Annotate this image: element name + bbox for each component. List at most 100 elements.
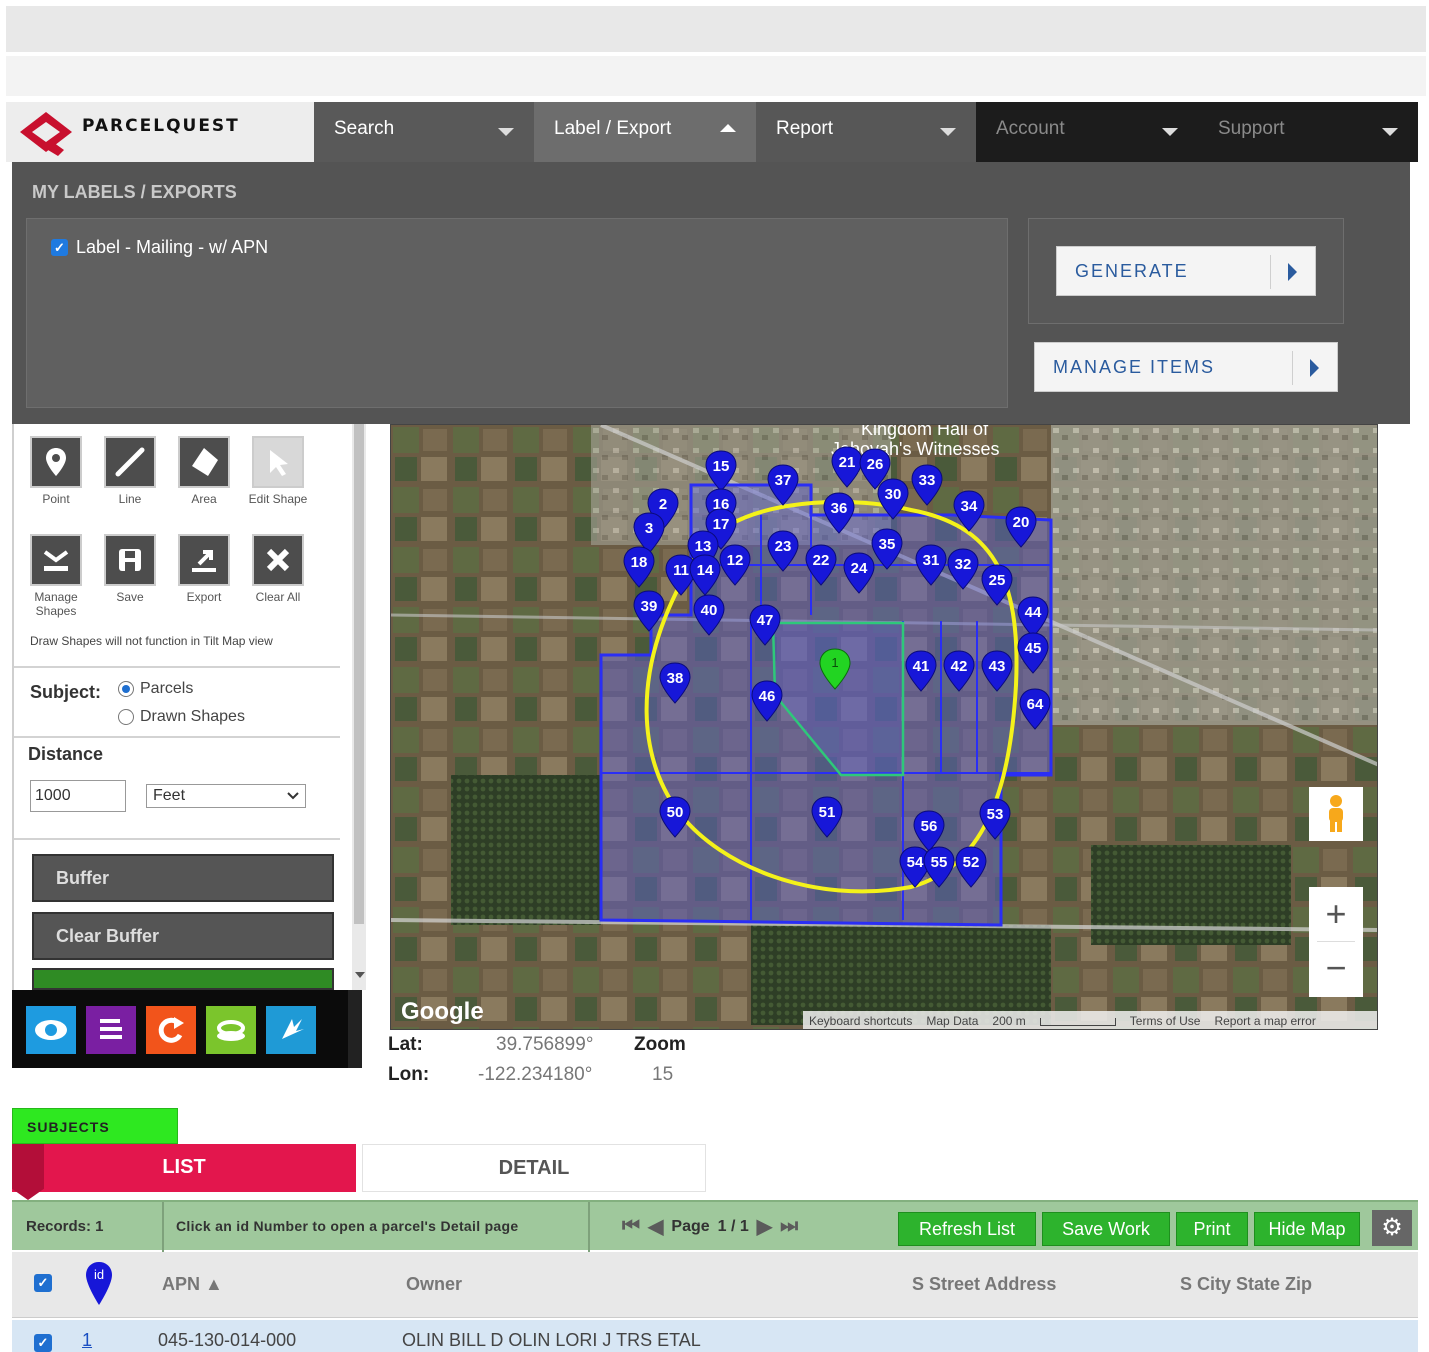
nav-search-label: Search <box>334 118 395 139</box>
layer-toolbar <box>12 990 362 1068</box>
page-label: Page <box>671 1217 710 1235</box>
stack-icon[interactable] <box>206 1006 256 1054</box>
parcel-marker-label: 3 <box>645 520 653 537</box>
hide-map-button[interactable]: Hide Map <box>1254 1212 1360 1246</box>
col-apn-label: APN <box>162 1274 201 1294</box>
col-street[interactable]: S Street Address <box>912 1274 1056 1295</box>
tool-save[interactable]: Save <box>100 534 160 604</box>
nav-label-export[interactable]: Label / Export <box>534 102 756 162</box>
nav-report[interactable]: Report <box>756 102 976 162</box>
tool-export[interactable]: Export <box>174 534 234 604</box>
tool-line[interactable]: Line <box>100 436 160 506</box>
map-pin-icon <box>30 436 82 488</box>
next-page-icon[interactable]: ▶ <box>757 1214 772 1239</box>
arrows-icon[interactable] <box>266 1006 316 1054</box>
chevron-down-icon <box>1162 128 1178 136</box>
parcel-marker-label: 40 <box>701 602 718 619</box>
street-view-pegman[interactable] <box>1309 787 1363 841</box>
tool-area[interactable]: Area <box>174 436 234 506</box>
unit-select-value: Feet <box>153 787 186 804</box>
print-button[interactable]: Print <box>1176 1212 1248 1246</box>
nav-support[interactable]: Support <box>1198 102 1418 162</box>
grid-header: ✓ id APN ▲ Owner S Street Address S City… <box>12 1252 1418 1318</box>
tab-list[interactable]: LIST <box>12 1144 356 1192</box>
subjects-tab[interactable]: SUBJECTS <box>12 1108 178 1144</box>
buffer-button[interactable]: Buffer <box>32 854 334 902</box>
google-logo: Google <box>401 998 484 1025</box>
parcel-marker-label: 54 <box>907 854 924 871</box>
radio-drawn-shapes[interactable]: Drawn Shapes <box>118 708 245 726</box>
share-arrow-icon[interactable] <box>146 1006 196 1054</box>
row-id-link[interactable]: 1 <box>82 1330 92 1351</box>
tab-detail[interactable]: DETAIL <box>362 1144 706 1192</box>
checkbox-checked[interactable]: ✓ <box>51 239 68 256</box>
parcel-marker-label: 43 <box>989 658 1006 675</box>
manage-items-button[interactable]: MANAGE ITEMS <box>1034 342 1338 392</box>
parcel-marker-label: 46 <box>759 688 776 705</box>
chevron-up-icon <box>720 124 736 132</box>
last-page-icon[interactable]: ⏭ <box>780 1215 798 1238</box>
row-owner: OLIN BILL D OLIN LORI J TRS ETAL <box>402 1330 701 1350</box>
nav-search[interactable]: Search <box>314 102 534 162</box>
distance-input[interactable]: 1000 <box>30 780 126 812</box>
panel-scroll-thumb[interactable] <box>354 424 364 924</box>
generate-button[interactable]: GENERATE <box>1056 246 1316 296</box>
browser-band-top <box>6 6 1426 52</box>
close-icon <box>252 534 304 586</box>
gear-icon[interactable]: ⚙ <box>1372 1210 1412 1246</box>
nav-account[interactable]: Account <box>976 102 1198 162</box>
grid-hint: Click an id Number to open a parcel's De… <box>176 1218 519 1234</box>
map-attribution: Keyboard shortcuts Map Data 200 m Terms … <box>803 1011 1377 1029</box>
lon-value: -122.234180° <box>478 1064 593 1085</box>
radio-indicator <box>118 709 134 725</box>
report-error-link[interactable]: Report a map error <box>1214 1014 1315 1028</box>
map-data-link[interactable]: Map Data <box>926 1014 978 1028</box>
clear-buffer-button[interactable]: Clear Buffer <box>32 912 334 960</box>
save-work-button[interactable]: Save Work <box>1042 1212 1170 1246</box>
map-view[interactable]: Kingdom Hall of Jehovah's Witnesses 15 37… <box>390 424 1378 1030</box>
dropdown-title: MY LABELS / EXPORTS <box>32 182 237 202</box>
toolbar-scrollbar[interactable] <box>348 990 362 1068</box>
tab-list-label: LIST <box>162 1156 206 1178</box>
tool-edit-shape[interactable]: Edit Shape <box>248 436 308 506</box>
label-export-dropdown: MY LABELS / EXPORTS ✓ Label - Mailing - … <box>12 162 1410 424</box>
id-marker-icon[interactable]: id <box>84 1260 114 1308</box>
tilt-map-note: Draw Shapes will not function in Tilt Ma… <box>30 634 273 648</box>
col-owner[interactable]: Owner <box>406 1274 462 1295</box>
col-apn[interactable]: APN ▲ <box>162 1274 223 1295</box>
distance-label: Distance <box>28 744 104 764</box>
parcel-marker-label: 37 <box>775 472 792 489</box>
tool-manage-shapes-label: Manage Shapes <box>34 590 78 618</box>
layers-icon[interactable] <box>86 1006 136 1054</box>
col-city[interactable]: S City State Zip <box>1180 1274 1312 1295</box>
green-action-button[interactable] <box>32 968 334 990</box>
row-checkbox[interactable]: ✓ <box>34 1334 52 1352</box>
parcel-marker-label: 11 <box>673 562 689 579</box>
terms-link[interactable]: Terms of Use <box>1130 1014 1201 1028</box>
tool-point[interactable]: Point <box>26 436 86 506</box>
chevron-down-icon <box>498 128 514 136</box>
zoom-label: Zoom <box>634 1034 686 1055</box>
tool-clear-all[interactable]: Clear All <box>248 534 308 604</box>
list-item[interactable]: ✓ Label - Mailing - w/ APN <box>51 237 268 258</box>
keyboard-shortcuts-link[interactable]: Keyboard shortcuts <box>809 1014 912 1028</box>
zoom-out-button[interactable]: − <box>1309 942 1363 996</box>
table-row[interactable]: ✓ 1 045-130-014-000 OLIN BILL D OLIN LOR… <box>12 1320 1418 1352</box>
scroll-down-icon[interactable] <box>355 972 365 980</box>
refresh-list-button[interactable]: Refresh List <box>898 1212 1036 1246</box>
unit-select[interactable]: Feet <box>146 784 306 808</box>
zoom-in-button[interactable]: + <box>1309 887 1363 941</box>
parcel-marker-label: 55 <box>931 854 948 871</box>
map-canvas[interactable]: Kingdom Hall of Jehovah's Witnesses 1537… <box>391 425 1378 1030</box>
generate-button-label: GENERATE <box>1075 261 1189 281</box>
select-all-checkbox[interactable]: ✓ <box>34 1274 52 1292</box>
parcel-marker-label: 22 <box>813 552 830 569</box>
logo-area[interactable]: PARCELQUEST <box>6 102 314 162</box>
radio-parcels[interactable]: Parcels <box>118 680 193 698</box>
divider <box>162 1202 164 1252</box>
tool-manage-shapes[interactable]: Manage Shapes <box>26 534 86 618</box>
first-page-icon[interactable]: ⏮ <box>622 1215 640 1238</box>
eye-icon[interactable] <box>26 1006 76 1054</box>
prev-page-icon[interactable]: ◀ <box>648 1214 663 1239</box>
parcel-marker-label: 42 <box>951 658 968 675</box>
